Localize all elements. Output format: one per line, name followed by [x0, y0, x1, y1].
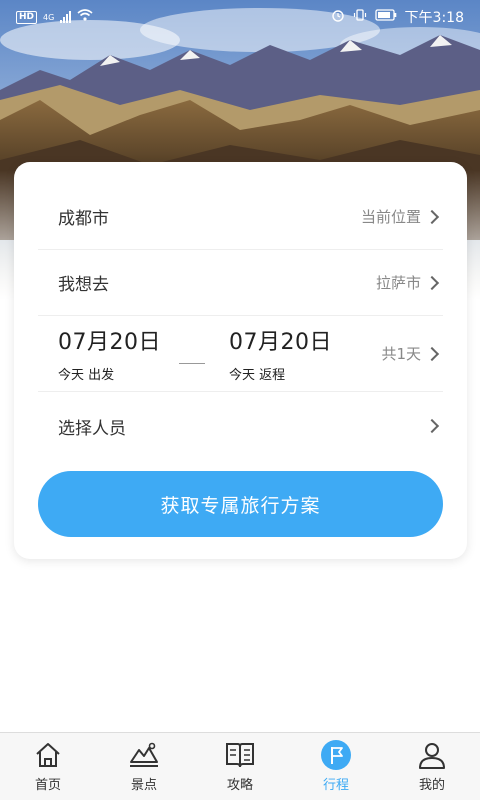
get-travel-plan-button[interactable]: 获取专属旅行方案 [38, 471, 443, 537]
guide-book-icon [224, 739, 256, 771]
trip-planner-card: 成都市 当前位置 我想去 拉萨市 07月20日 今天 出发 07月20日 今天 … [14, 162, 467, 559]
wifi-icon [77, 9, 93, 25]
date-separator [179, 363, 205, 364]
nav-label: 景点 [130, 778, 157, 793]
nav-label: 我的 [418, 778, 445, 793]
depart-caption: 今天 出发 [58, 368, 115, 383]
signal-icon [60, 11, 72, 23]
destination-city: 拉萨市 [375, 274, 421, 292]
chevron-right-icon [424, 209, 440, 224]
user-icon [416, 739, 448, 771]
scenic-icon [128, 739, 160, 771]
select-travelers-row[interactable]: 选择人员 [38, 392, 443, 460]
date-range-row[interactable]: 07月20日 今天 出发 07月20日 今天 返程 共1天 [38, 316, 443, 392]
nav-label: 行程 [322, 778, 349, 793]
nav-label: 攻略 [226, 778, 253, 793]
vibrate-icon [353, 8, 367, 26]
network-type: 4G [43, 12, 55, 22]
return-date: 07月20日 [229, 330, 332, 355]
depart-date-picker[interactable]: 07月20日 今天 出发 [38, 324, 161, 383]
alarm-icon [331, 8, 345, 26]
battery-icon [374, 9, 397, 25]
current-location-label: 当前位置 [360, 208, 421, 226]
nav-item-scenic[interactable]: 景点 [96, 733, 192, 800]
depart-date: 07月20日 [58, 330, 161, 355]
departure-city-row[interactable]: 成都市 当前位置 [38, 184, 443, 250]
flag-icon [320, 739, 352, 771]
clock: 下午3:18 [404, 10, 464, 26]
destination-label: 我想去 [58, 275, 109, 295]
select-travelers-label: 选择人员 [58, 418, 126, 439]
chevron-right-icon [424, 275, 440, 290]
home-icon [32, 739, 64, 771]
chevron-right-icon [424, 346, 440, 361]
status-bar: HD 4G 下午3:18 [0, 0, 480, 34]
hd-badge: HD [16, 10, 38, 24]
nav-item-guide[interactable]: 攻略 [192, 733, 288, 800]
bottom-nav: 首页 景点 攻略 行程 我的 [0, 732, 480, 800]
departure-city: 成都市 [58, 209, 109, 229]
return-caption: 今天 返程 [229, 368, 286, 383]
nav-item-profile[interactable]: 我的 [384, 733, 480, 800]
nav-item-itinerary[interactable]: 行程 [288, 733, 384, 800]
nav-label: 首页 [34, 778, 61, 793]
return-date-picker[interactable]: 07月20日 今天 返程 [215, 324, 332, 383]
current-location-link[interactable]: 当前位置 [361, 206, 443, 227]
trip-duration: 共1天 [381, 345, 421, 363]
destination-row[interactable]: 我想去 拉萨市 [38, 250, 443, 316]
chevron-right-icon [424, 418, 440, 434]
nav-item-home[interactable]: 首页 [0, 733, 96, 800]
